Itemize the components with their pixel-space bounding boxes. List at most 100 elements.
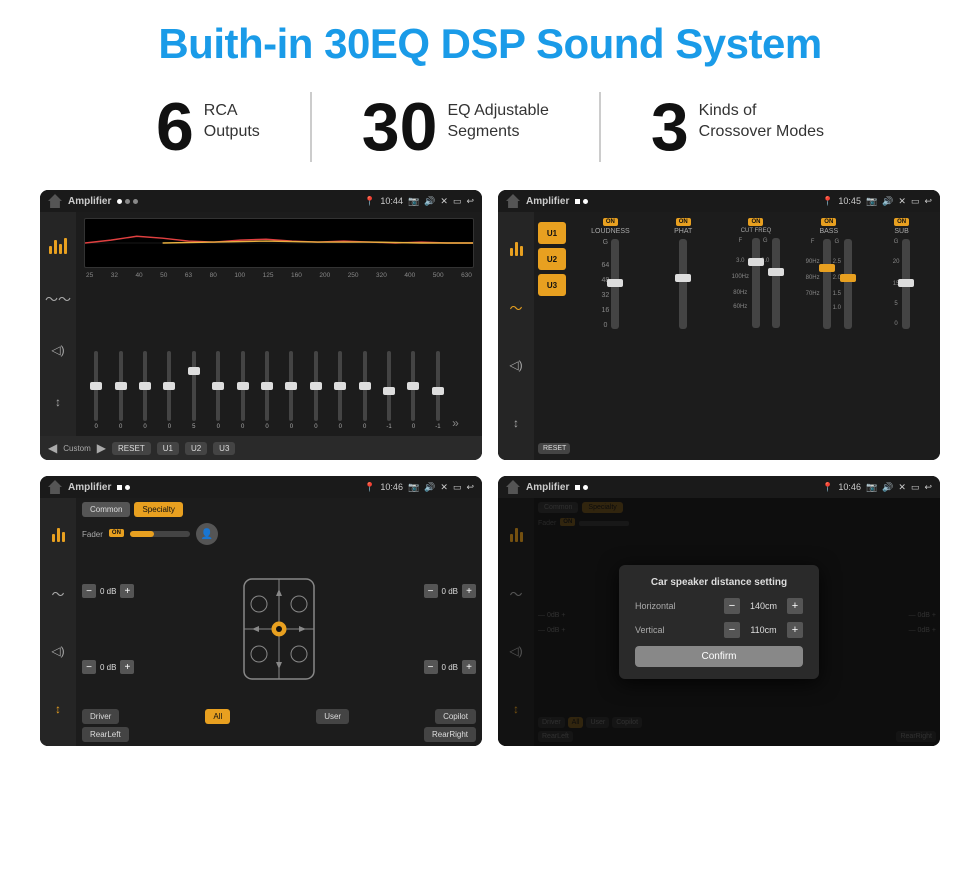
amp-wave-icon[interactable]: 〜 — [505, 296, 527, 318]
signal-icon-3: ✕ — [440, 482, 448, 493]
dialog-box: Car speaker distance setting Horizontal … — [619, 565, 819, 679]
xover-tabs: Common Specialty — [82, 502, 476, 517]
vol-plus-bl[interactable]: + — [120, 660, 134, 674]
camera-icon-4: 📷 — [866, 482, 877, 493]
status-left-1: Amplifier — [48, 194, 138, 208]
dialog-horizontal-row: Horizontal − 140cm + — [635, 598, 803, 614]
eq-u2-btn[interactable]: U2 — [185, 442, 207, 455]
amp-eq-icon[interactable] — [505, 238, 527, 260]
eq-u3-btn[interactable]: U3 — [213, 442, 235, 455]
wave-icon[interactable]: 〜〜 — [47, 287, 69, 309]
stat-text-eq: EQ Adjustable Segments — [447, 93, 548, 143]
stat-line2-eq: Segments — [447, 122, 548, 143]
battery-icon-1: ▭ — [453, 196, 462, 207]
slider-7: 0 — [257, 351, 277, 430]
status-dots-3 — [117, 485, 130, 490]
status-bar-1: Amplifier 📍 10:44 📷 🔊 ✕ ▭ ↩ — [40, 190, 482, 212]
specialty-tab[interactable]: Specialty — [134, 502, 182, 517]
home-icon-4 — [506, 480, 520, 494]
status-right-4: 📍 10:46 📷 🔊 ✕ ▭ ↩ — [822, 482, 932, 493]
vol-minus-br[interactable]: − — [424, 660, 438, 674]
copilot-btn[interactable]: Copilot — [435, 709, 476, 724]
u3-preset[interactable]: U3 — [538, 274, 566, 296]
dialog-vertical-label: Vertical — [635, 625, 665, 635]
amp-arrows-icon[interactable]: ↕ — [505, 412, 527, 434]
dialog-horizontal-plus[interactable]: + — [787, 598, 803, 614]
arrows-icon[interactable]: ↕ — [47, 391, 69, 413]
amp-reset-btn[interactable]: RESET — [538, 443, 570, 454]
vol-minus-bl[interactable]: − — [82, 660, 96, 674]
stat-number-eq: 30 — [362, 93, 438, 161]
xover-arrows-icon[interactable]: ↕ — [47, 698, 69, 720]
u1-preset[interactable]: U1 — [538, 222, 566, 244]
xover-side-icons: 〜 ◁) ↕ — [40, 498, 76, 746]
bass-on[interactable]: ON — [821, 218, 836, 226]
fader-settings-icon[interactable]: 👤 — [196, 523, 218, 545]
vol-plus-tl[interactable]: + — [120, 584, 134, 598]
vol-minus-tl[interactable]: − — [82, 584, 96, 598]
status-title-3: Amplifier — [68, 482, 111, 493]
rearright-btn[interactable]: RearRight — [424, 727, 476, 742]
camera-icon-1: 📷 — [408, 196, 419, 207]
amp-speaker-icon[interactable]: ◁) — [505, 354, 527, 376]
stats-row: 6 RCA Outputs 30 EQ Adjustable Segments … — [40, 92, 940, 162]
dialog-vertical-minus[interactable]: − — [724, 622, 740, 638]
dialog-vertical-plus[interactable]: + — [787, 622, 803, 638]
location-icon-4: 📍 — [822, 482, 833, 493]
fader-track[interactable] — [130, 531, 190, 537]
user-btn[interactable]: User — [316, 709, 349, 724]
eq-back-btn[interactable]: ◀ — [48, 441, 57, 455]
signal-icon-2: ✕ — [898, 196, 906, 207]
dialog-confirm-button[interactable]: Confirm — [635, 646, 803, 667]
eq-icon[interactable] — [47, 235, 69, 257]
fader-label: Fader — [82, 530, 103, 539]
dialog-horizontal-minus[interactable]: − — [724, 598, 740, 614]
cutfreq-on[interactable]: ON — [748, 218, 763, 226]
status-bar-2: Amplifier 📍 10:45 📷 🔊 ✕ ▭ ↩ — [498, 190, 940, 212]
phat-on[interactable]: ON — [676, 218, 691, 226]
eq-u1-btn[interactable]: U1 — [157, 442, 179, 455]
dialog-content: 〜 ◁) ↕ Common Specialty F — [498, 498, 940, 746]
xover-eq-icon[interactable] — [47, 524, 69, 546]
screen-eq: Amplifier 📍 10:44 📷 🔊 ✕ ▭ ↩ — [40, 190, 482, 460]
back-icon-3: ↩ — [466, 482, 474, 493]
location-icon-2: 📍 — [822, 196, 833, 207]
stat-line1-rca: RCA — [204, 101, 260, 122]
dot-sq — [575, 199, 580, 204]
xover-wave-icon[interactable]: 〜 — [47, 582, 69, 604]
slider-0: 0 — [86, 351, 106, 430]
home-icon-3 — [48, 480, 62, 494]
back-icon-2: ↩ — [924, 196, 932, 207]
fader-on-badge[interactable]: ON — [109, 529, 124, 537]
driver-btn[interactable]: Driver — [82, 709, 119, 724]
speaker-icon[interactable]: ◁) — [47, 339, 69, 361]
battery-icon-4: ▭ — [911, 482, 920, 493]
battery-icon-2: ▭ — [911, 196, 920, 207]
slider-8: 0 — [281, 351, 301, 430]
dialog-horizontal-label: Horizontal — [635, 601, 676, 611]
dot2 — [125, 199, 130, 204]
vol-minus-tr[interactable]: − — [424, 584, 438, 598]
all-btn[interactable]: All — [205, 709, 230, 724]
sub-on[interactable]: ON — [894, 218, 909, 226]
screenshots-grid: Amplifier 📍 10:44 📷 🔊 ✕ ▭ ↩ — [40, 190, 940, 746]
eq-reset-btn[interactable]: RESET — [112, 442, 151, 455]
rearleft-btn[interactable]: RearLeft — [82, 727, 129, 742]
vol-plus-tr[interactable]: + — [462, 584, 476, 598]
screen-crossover: Amplifier 📍 10:46 📷 🔊 ✕ ▭ ↩ — [40, 476, 482, 746]
xover-speaker-icon[interactable]: ◁) — [47, 640, 69, 662]
eq-play-btn[interactable]: ▶ — [97, 441, 106, 455]
status-right-1: 📍 10:44 📷 🔊 ✕ ▭ ↩ — [364, 196, 474, 207]
common-tab[interactable]: Common — [82, 502, 130, 517]
vol-ctrl-br: − 0 dB + — [424, 660, 476, 674]
loudness-on[interactable]: ON — [603, 218, 618, 226]
slider-2: 0 — [135, 351, 155, 430]
stat-rca: 6 RCA Outputs — [106, 93, 310, 161]
u2-preset[interactable]: U2 — [538, 248, 566, 270]
vol-plus-br[interactable]: + — [462, 660, 476, 674]
eq-freq-labels: 2532405063 80100125160200 25032040050063… — [84, 272, 474, 279]
location-icon-1: 📍 — [364, 196, 375, 207]
stat-number-crossover: 3 — [651, 93, 689, 161]
xover-main-area: Common Specialty Fader ON 👤 — [76, 498, 482, 746]
stat-text-rca: RCA Outputs — [204, 93, 260, 143]
